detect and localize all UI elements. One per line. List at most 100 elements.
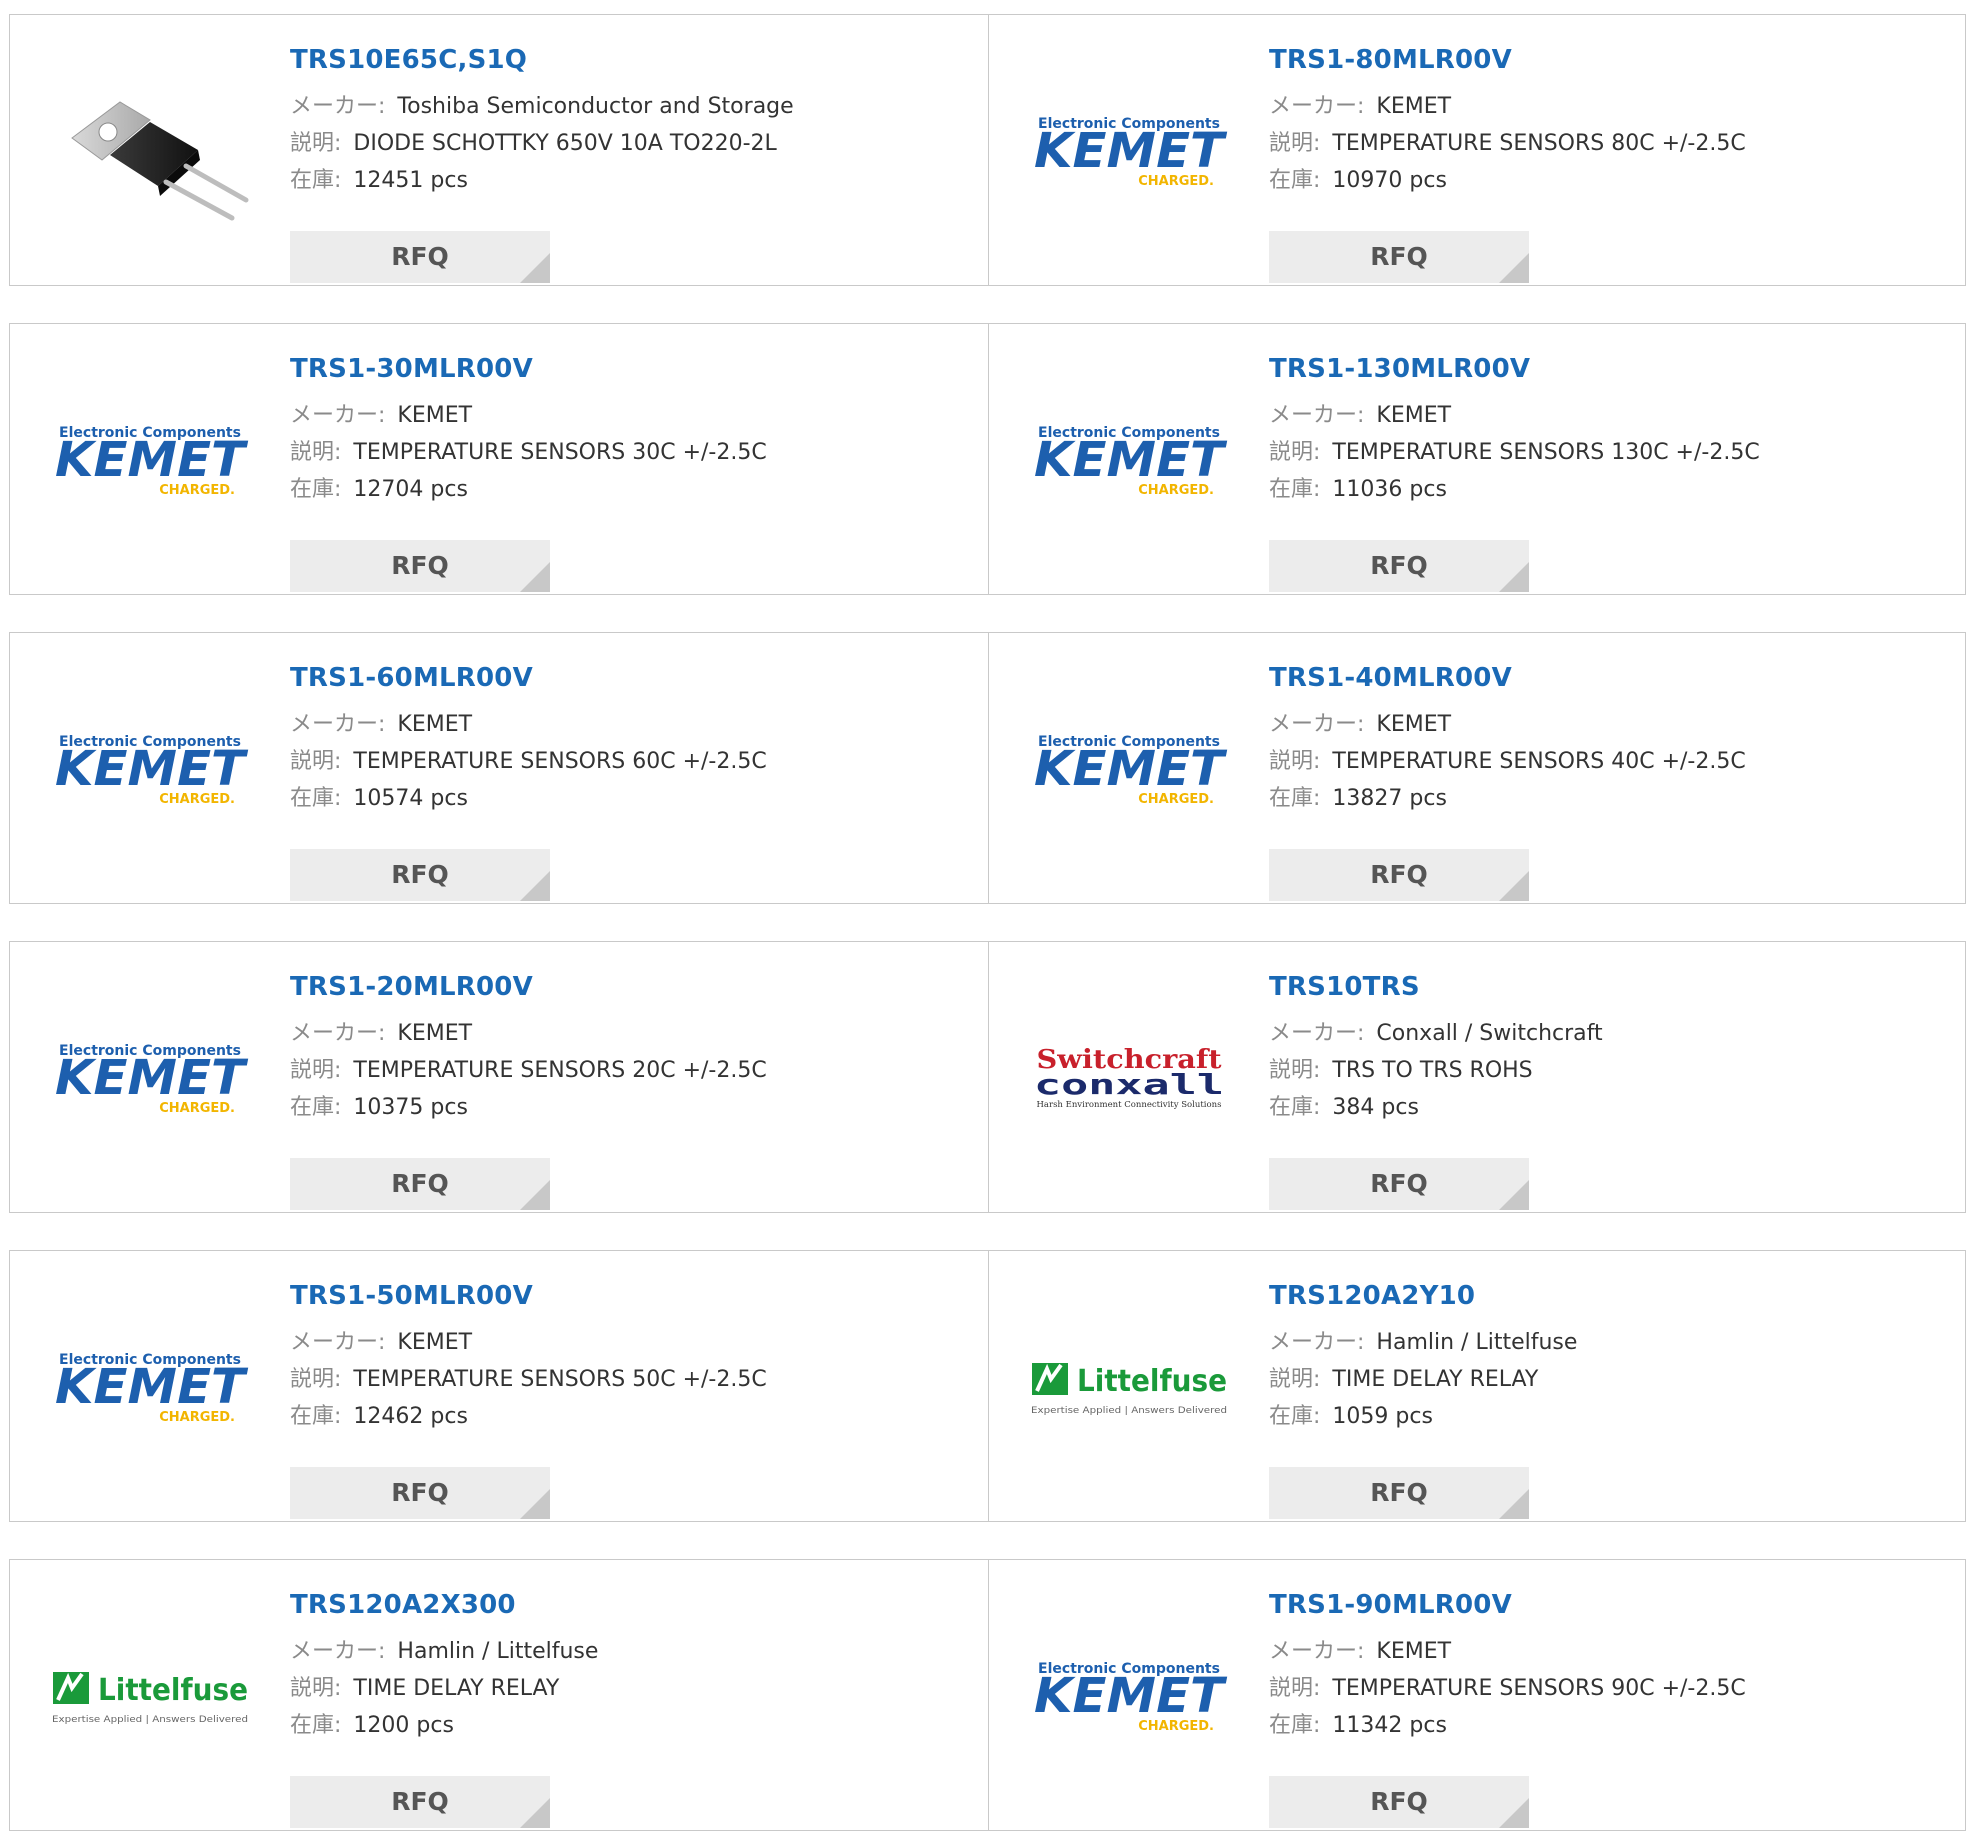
rfq-label: RFQ (1370, 242, 1428, 271)
kemet-logo-main: KEMET (1034, 432, 1227, 488)
product-image[interactable]: Littelfuse Expertise Applied | Answers De… (1029, 1286, 1229, 1486)
maker-label: メーカー: (1269, 403, 1365, 428)
kemet-logo-main: KEMET (1034, 1668, 1227, 1724)
product-image[interactable]: Electronic Components KEMET CHARGED. (1029, 668, 1229, 868)
stock-value: 384 pcs (1332, 1095, 1419, 1120)
description-row: 説明: TEMPERATURE SENSORS 80C +/-2.5C (1269, 125, 1929, 162)
stock-value: 10574 pcs (353, 786, 468, 811)
rfq-button[interactable]: RFQ (290, 540, 550, 592)
switchcraft-logo-tag: Harsh Environment Connectivity Solutions (1037, 1100, 1222, 1109)
rfq-label: RFQ (391, 1169, 449, 1198)
stock-label: 在庫: (1269, 1404, 1321, 1429)
description-label: 説明: (1269, 1367, 1321, 1392)
part-number-link[interactable]: TRS1-130MLR00V (1269, 352, 1929, 386)
part-number-link[interactable]: TRS120A2X300 (290, 1588, 950, 1622)
stock-value: 10375 pcs (353, 1095, 468, 1120)
kemet-logo-main: KEMET (55, 741, 248, 797)
product-image[interactable]: Electronic Components KEMET CHARGED. (1029, 359, 1229, 559)
part-number-link[interactable]: TRS1-40MLR00V (1269, 661, 1929, 695)
part-number-link[interactable]: TRS1-90MLR00V (1269, 1588, 1929, 1622)
description-value: TEMPERATURE SENSORS 130C +/-2.5C (1332, 440, 1760, 465)
part-number-link[interactable]: TRS1-80MLR00V (1269, 43, 1929, 77)
maker-row: メーカー: Hamlin / Littelfuse (1269, 1324, 1929, 1361)
littelfuse-logo-main: Littelfuse (98, 1673, 248, 1708)
rfq-button[interactable]: RFQ (290, 1776, 550, 1828)
product-image[interactable]: Electronic Components KEMET CHARGED. (50, 1286, 250, 1486)
maker-value: Hamlin / Littelfuse (1376, 1330, 1578, 1355)
maker-value: KEMET (397, 1021, 473, 1046)
part-number-link[interactable]: TRS1-30MLR00V (290, 352, 950, 386)
rfq-label: RFQ (391, 1478, 449, 1507)
stock-value: 12462 pcs (353, 1404, 468, 1429)
product-info: TRS1-130MLR00V メーカー: KEMET 説明: TEMPERATURE… (1269, 352, 1929, 592)
description-row: 説明: TEMPERATURE SENSORS 30C +/-2.5C (290, 434, 950, 471)
description-label: 説明: (290, 1058, 342, 1083)
rfq-button[interactable]: RFQ (290, 231, 550, 283)
product-image[interactable]: Electronic Components KEMET CHARGED. (50, 977, 250, 1177)
stock-row: 在庫: 12451 pcs (290, 162, 950, 199)
maker-label: メーカー: (1269, 1021, 1365, 1046)
stock-row: 在庫: 10375 pcs (290, 1089, 950, 1126)
description-row: 説明: TEMPERATURE SENSORS 20C +/-2.5C (290, 1052, 950, 1089)
kemet-logo-tag: CHARGED. (159, 1410, 235, 1425)
product-image[interactable] (50, 50, 250, 250)
rfq-button[interactable]: RFQ (290, 1467, 550, 1519)
product-image[interactable]: Electronic Components KEMET CHARGED. (50, 359, 250, 559)
stock-value: 1059 pcs (1332, 1404, 1433, 1429)
stock-label: 在庫: (290, 1095, 342, 1120)
stock-label: 在庫: (290, 477, 342, 502)
stock-row: 在庫: 1059 pcs (1269, 1398, 1929, 1435)
product-image[interactable]: Switchcraft conxall Harsh Environment Conn… (1029, 977, 1229, 1177)
product-image[interactable]: Electronic Components KEMET CHARGED. (1029, 1595, 1229, 1795)
maker-value: KEMET (397, 712, 473, 737)
littelfuse-logo-main: Littelfuse (1077, 1364, 1227, 1399)
rfq-button[interactable]: RFQ (1269, 1467, 1529, 1519)
description-row: 説明: TEMPERATURE SENSORS 60C +/-2.5C (290, 743, 950, 780)
part-number-link[interactable]: TRS10TRS (1269, 970, 1929, 1004)
switchcraft-logo-main: conxall (1034, 1068, 1224, 1101)
product-image[interactable]: Electronic Components KEMET CHARGED. (50, 668, 250, 868)
product-image[interactable]: Electronic Components KEMET CHARGED. (1029, 50, 1229, 250)
rfq-button[interactable]: RFQ (1269, 1776, 1529, 1828)
kemet-logo-tag: CHARGED. (159, 483, 235, 498)
corner-triangle-icon (1499, 1489, 1529, 1519)
maker-value: Hamlin / Littelfuse (397, 1639, 599, 1664)
stock-value: 1200 pcs (353, 1713, 454, 1738)
product-image[interactable]: Littelfuse Expertise Applied | Answers De… (50, 1595, 250, 1795)
maker-row: メーカー: KEMET (290, 397, 950, 434)
maker-label: メーカー: (1269, 1330, 1365, 1355)
product-card: Electronic Components KEMET CHARGED. TRS1-… (9, 1250, 988, 1522)
description-row: 説明: TEMPERATURE SENSORS 90C +/-2.5C (1269, 1670, 1929, 1707)
rfq-button[interactable]: RFQ (290, 849, 550, 901)
part-number-link[interactable]: TRS10E65C,S1Q (290, 43, 950, 77)
corner-triangle-icon (520, 1180, 550, 1210)
product-info: TRS1-40MLR00V メーカー: KEMET 説明: TEMPERATURE … (1269, 661, 1929, 901)
maker-value: KEMET (397, 403, 473, 428)
product-info: TRS120A2X300 メーカー: Hamlin / Littelfuse 説明… (290, 1588, 950, 1828)
rfq-button[interactable]: RFQ (1269, 540, 1529, 592)
description-value: TEMPERATURE SENSORS 80C +/-2.5C (1332, 131, 1746, 156)
maker-value: KEMET (1376, 403, 1452, 428)
rfq-button[interactable]: RFQ (1269, 231, 1529, 283)
maker-row: メーカー: KEMET (1269, 706, 1929, 743)
product-info: TRS10TRS メーカー: Conxall / Switchcraft 説明: T… (1269, 970, 1929, 1210)
rfq-button[interactable]: RFQ (290, 1158, 550, 1210)
product-info: TRS1-20MLR00V メーカー: KEMET 説明: TEMPERATURE … (290, 970, 950, 1210)
description-value: TIME DELAY RELAY (1332, 1367, 1539, 1392)
kemet-logo: Electronic ComponentsKEMETCHARGED. (1034, 116, 1227, 189)
part-number-link[interactable]: TRS1-20MLR00V (290, 970, 950, 1004)
stock-row: 在庫: 13827 pcs (1269, 780, 1929, 817)
stock-row: 在庫: 11342 pcs (1269, 1707, 1929, 1744)
stock-label: 在庫: (1269, 1713, 1321, 1738)
littelfuse-logo-tag: Expertise Applied | Answers Delivered (52, 1715, 248, 1725)
corner-triangle-icon (520, 562, 550, 592)
product-card: Electronic Components KEMET CHARGED. TRS1-… (988, 14, 1966, 286)
rfq-button[interactable]: RFQ (1269, 849, 1529, 901)
kemet-logo-main: KEMET (55, 1359, 248, 1415)
part-number-link[interactable]: TRS1-50MLR00V (290, 1279, 950, 1313)
part-number-link[interactable]: TRS1-60MLR00V (290, 661, 950, 695)
rfq-button[interactable]: RFQ (1269, 1158, 1529, 1210)
part-number-link[interactable]: TRS120A2Y10 (1269, 1279, 1929, 1313)
kemet-logo: Electronic ComponentsKEMETCHARGED. (1034, 1661, 1227, 1734)
stock-row: 在庫: 10970 pcs (1269, 162, 1929, 199)
